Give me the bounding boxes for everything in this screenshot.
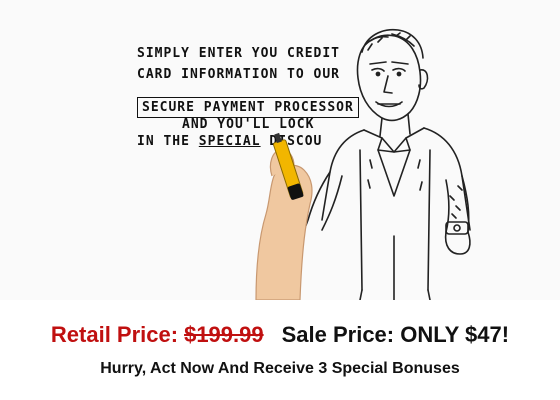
retail-price-amount: $199.99 xyxy=(184,322,264,347)
drawing-hand-icon xyxy=(255,132,313,300)
sale-price-text: Sale Price: ONLY $47! xyxy=(281,322,510,347)
price-row: Retail Price: $199.99 Sale Price: ONLY $47… xyxy=(0,322,560,348)
video-frame[interactable]: SIMPLY ENTER YOU CREDIT CARD INFORMATION… xyxy=(0,0,560,300)
retail-price-label: Retail Price: xyxy=(50,322,179,347)
price-banner: Retail Price: $199.99 Sale Price: ONLY $47… xyxy=(0,300,560,400)
promo-text: Hurry, Act Now And Receive 3 Special Bon… xyxy=(100,360,460,377)
